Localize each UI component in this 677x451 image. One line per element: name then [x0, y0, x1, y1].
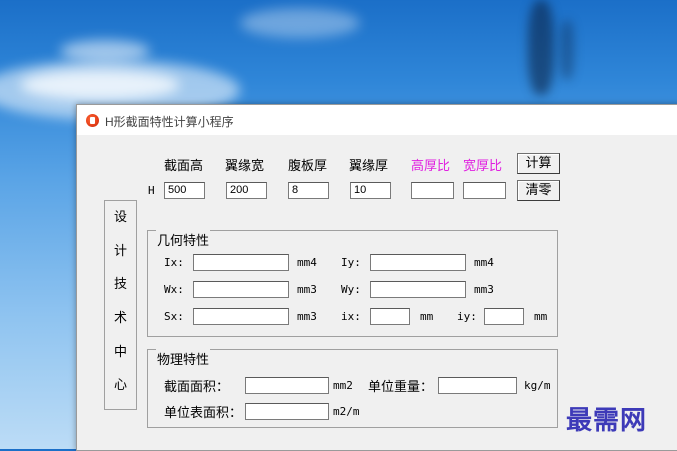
dept-char: 设: [113, 209, 127, 224]
web-thickness-input[interactable]: 8: [288, 182, 329, 199]
ix-radius-label: ix:: [341, 310, 361, 323]
weight-field[interactable]: [438, 377, 517, 394]
ix-radius-field[interactable]: [370, 308, 410, 325]
geometry-group-title: 几何特性: [156, 230, 211, 249]
weight-label: 单位重量：: [368, 379, 434, 394]
sx-field[interactable]: [193, 308, 289, 325]
header-height-thickness-ratio: 高厚比: [411, 158, 451, 173]
sx-label: Sx:: [164, 310, 184, 323]
header-web-thickness: 腹板厚: [288, 158, 328, 173]
area-field[interactable]: [245, 377, 329, 394]
iy-radius-unit: mm: [534, 310, 548, 323]
h-row-label: H: [148, 184, 155, 197]
area-unit: mm2: [333, 379, 353, 392]
iy-radius-label: iy:: [457, 310, 477, 323]
clear-button[interactable]: 清零: [517, 180, 560, 201]
width-thickness-ratio-field[interactable]: [463, 182, 506, 199]
wx-label: Wx:: [164, 283, 184, 296]
ix-unit: mm4: [297, 256, 317, 269]
surface-area-field[interactable]: [245, 403, 329, 420]
physical-group-title: 物理特性: [156, 349, 211, 368]
wy-label: Wy:: [341, 283, 361, 296]
dept-char: 中: [113, 343, 127, 359]
app-logo-icon: [86, 114, 99, 127]
header-height: 截面高: [164, 158, 204, 173]
physical-group: 物理特性 截面面积： mm2 单位重量： kg/m 单位表面积： m2/m: [147, 349, 558, 428]
wy-field[interactable]: [370, 281, 466, 298]
dept-char: 计: [113, 242, 127, 258]
wx-unit: mm3: [297, 283, 317, 296]
weight-unit: kg/m: [524, 379, 551, 392]
ix-radius-unit: mm: [420, 310, 434, 323]
wx-field[interactable]: [193, 281, 289, 298]
watermark-logo: 最需网: [566, 406, 648, 436]
height-thickness-ratio-field[interactable]: [411, 182, 454, 199]
iy-label: Iy:: [341, 256, 361, 269]
ix-field[interactable]: [193, 254, 289, 271]
calc-button[interactable]: 计算: [517, 153, 560, 174]
dept-char: 术: [113, 310, 127, 326]
department-label: 设 计 技 术 中 心: [104, 200, 137, 410]
height-input[interactable]: 500: [164, 182, 205, 199]
area-label: 截面面积：: [164, 379, 230, 394]
surface-area-unit: m2/m: [333, 405, 360, 418]
window-title: H形截面特性计算小程序: [105, 115, 234, 129]
wy-unit: mm3: [474, 283, 494, 296]
header-flange-width: 翼缘宽: [225, 158, 265, 173]
geometry-group: 几何特性 Ix: mm4 Iy: mm4 Wx: mm3 Wy: mm3 Sx:…: [147, 230, 558, 337]
ix-label: Ix:: [164, 256, 184, 269]
dept-char: 技: [113, 276, 127, 292]
title-bar: H形截面特性计算小程序 —: [77, 105, 677, 135]
header-flange-thickness: 翼缘厚: [349, 158, 389, 173]
dept-char: 心: [113, 377, 127, 393]
app-window: H形截面特性计算小程序 — 截面高 翼缘宽 腹板厚 翼缘厚 高厚比 宽厚比 计算…: [76, 104, 677, 451]
header-width-thickness-ratio: 宽厚比: [463, 158, 503, 173]
iy-radius-field[interactable]: [484, 308, 524, 325]
flange-thickness-input[interactable]: 10: [350, 182, 391, 199]
iy-unit: mm4: [474, 256, 494, 269]
surface-area-label: 单位表面积：: [164, 405, 243, 420]
iy-field[interactable]: [370, 254, 466, 271]
flange-width-input[interactable]: 200: [226, 182, 267, 199]
sx-unit: mm3: [297, 310, 317, 323]
